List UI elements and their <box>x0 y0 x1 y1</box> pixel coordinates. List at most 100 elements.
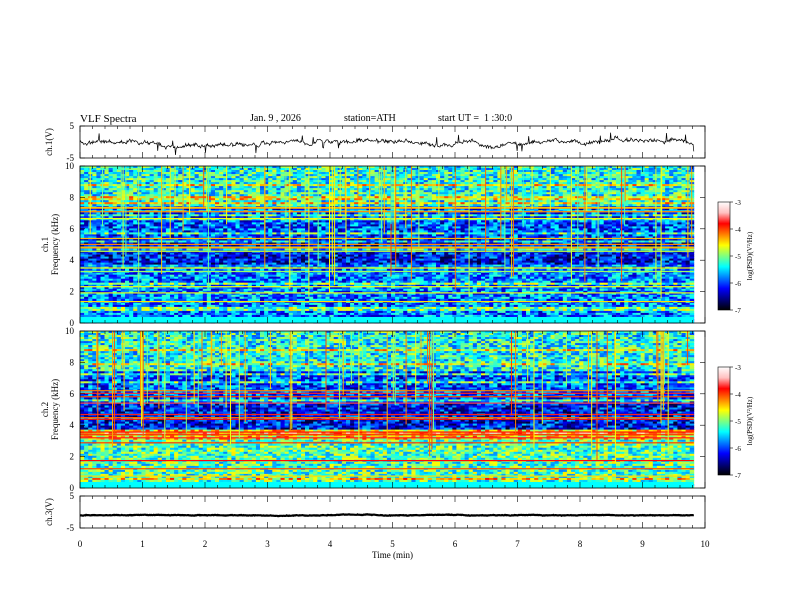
spectrogram-cell <box>534 188 539 191</box>
spectrogram-cell <box>636 204 641 207</box>
spectrogram-cell <box>489 172 494 175</box>
spectrogram-cell <box>607 220 613 223</box>
spectrogram-cell <box>137 204 142 207</box>
spectrogram-cell <box>153 204 159 207</box>
spectrogram-cell <box>219 204 224 207</box>
spectrogram-cell <box>186 204 191 207</box>
spectrogram-cell <box>276 188 281 191</box>
spectrogram-cell <box>235 188 240 191</box>
spectrogram-cell <box>562 172 568 175</box>
spectrogram-cell <box>542 188 547 191</box>
spectrogram-cell <box>309 204 314 207</box>
spectrogram-cell <box>206 172 212 175</box>
spectrogram-cell <box>587 188 592 191</box>
spectrogram-cell <box>452 204 457 207</box>
spectrogram-cell <box>358 188 363 191</box>
spectrogram-cell <box>440 220 445 223</box>
spectrogram-cell <box>178 204 183 207</box>
spectrogram-cell <box>611 204 617 207</box>
spectrogram-cell <box>591 188 596 191</box>
spectrogram-cell <box>652 204 658 207</box>
spectrogram-cell <box>603 220 609 223</box>
spectrogram-cell <box>603 188 609 191</box>
spectrogram-cell <box>292 220 298 223</box>
spectrogram-cell <box>620 188 625 191</box>
spectrogram-cell <box>239 188 245 191</box>
spectrogram-cell <box>472 220 478 223</box>
spectrogram-cell <box>382 220 388 223</box>
spectrogram-cell <box>104 204 109 207</box>
spectrogram-cell <box>153 172 159 175</box>
spectrogram-cell <box>235 220 240 223</box>
spectrogram-cell <box>481 220 486 223</box>
spectrogram-cell <box>219 188 224 191</box>
spectrogram-cell <box>665 220 670 223</box>
spectrogram-cell <box>235 172 240 175</box>
spectrogram-cell <box>419 188 425 191</box>
spectrogram-cell <box>448 188 453 191</box>
spectrogram-cell <box>632 172 637 175</box>
spectrogram-cell <box>399 172 404 175</box>
spectrogram-cell <box>129 188 134 191</box>
spectrogram-cell <box>448 172 453 175</box>
spectrogram-cell <box>174 220 179 223</box>
spectrogram-cell <box>665 188 670 191</box>
spectrogram-cell <box>92 188 97 191</box>
spectrogram-cell <box>251 204 257 207</box>
spectrogram-cell <box>145 204 150 207</box>
spectrogram-cell <box>198 220 204 223</box>
spectrogram-cell <box>616 204 621 207</box>
spectrogram-cell <box>190 220 195 223</box>
spectrogram-cell <box>526 204 531 207</box>
spectrogram-cell <box>538 220 543 223</box>
spectrogram-cell <box>186 188 191 191</box>
spectrogram-cell <box>517 204 523 207</box>
spectrogram-cell <box>153 220 159 223</box>
spectrogram-cell <box>493 204 498 207</box>
spectrogram-cell <box>370 188 375 191</box>
spectrogram-cell <box>104 220 109 223</box>
spectrogram-cell <box>96 220 101 223</box>
spectrogram-cell <box>354 204 359 207</box>
spectrogram-cell <box>591 204 596 207</box>
spectrogram-cell <box>579 172 584 175</box>
spectrogram-cell <box>354 220 359 223</box>
spectrogram-cell <box>178 172 183 175</box>
spectrogram-cell <box>276 220 281 223</box>
spectrogram-cell <box>96 204 101 207</box>
spectrogram-cell <box>104 188 109 191</box>
spectrogram-cell <box>591 220 596 223</box>
spectrogram-cell <box>611 188 617 191</box>
spectrogram-cell <box>141 204 146 207</box>
spectrogram-cell <box>628 204 633 207</box>
spectrogram-cell <box>464 220 470 223</box>
spectrogram-cell <box>362 204 367 207</box>
spectrogram-cell <box>616 172 621 175</box>
spectrogram-cell <box>579 204 584 207</box>
spectrogram-cell <box>366 188 371 191</box>
spectrogram-cell <box>423 204 429 207</box>
spectrogram-cell <box>215 204 220 207</box>
spectrogram-cell <box>284 188 290 191</box>
spectrogram-cell <box>620 204 625 207</box>
spectrogram-cell <box>652 188 658 191</box>
spectrogram-cell <box>313 172 318 175</box>
spectrogram-cell <box>628 220 633 223</box>
spectrogram-cell <box>358 172 363 175</box>
spectrogram-cell <box>481 188 486 191</box>
spectrogram-cell <box>346 172 351 175</box>
spectrogram-cell <box>681 172 686 175</box>
spectrogram-cell <box>456 204 461 207</box>
spectrogram-cell <box>227 220 232 223</box>
spectrogram-cell <box>513 188 519 191</box>
spectrogram-cell <box>129 220 134 223</box>
spectrogram-cell <box>133 220 138 223</box>
spectrogram-cell <box>448 220 453 223</box>
spectrogram-cell <box>133 188 138 191</box>
spectrogram-cell <box>247 172 253 175</box>
spectrogram-cell <box>112 220 118 223</box>
spectrogram-cell <box>673 204 678 207</box>
spectrogram-cell <box>231 220 236 223</box>
spectrogram-cell <box>358 220 363 223</box>
spectrogram-cell <box>235 204 240 207</box>
